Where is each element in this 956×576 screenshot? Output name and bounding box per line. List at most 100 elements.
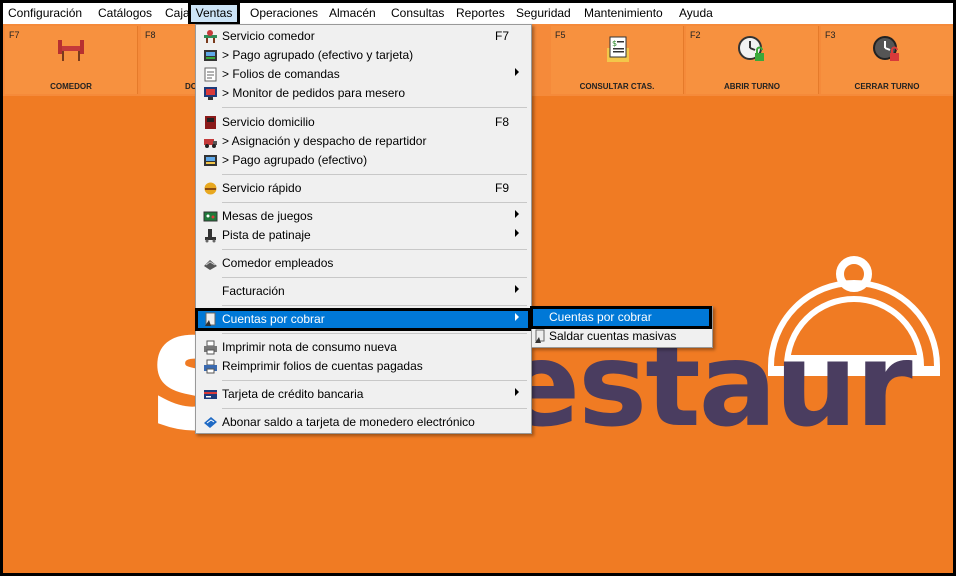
folio-icon xyxy=(203,67,218,82)
menu-item-facturacion[interactable]: Facturación xyxy=(197,282,529,301)
menu-item-monitor-pedidos[interactable]: > Monitor de pedidos para mesero xyxy=(197,84,529,103)
menu-item-label: > Folios de comandas xyxy=(222,67,340,81)
submenu-arrow-icon xyxy=(515,313,519,321)
shortcut-key: F3 xyxy=(825,30,836,40)
toolbar-label: COMEDOR xyxy=(50,82,92,91)
menu-separator xyxy=(222,107,527,108)
menu-item-label: Servicio comedor xyxy=(222,29,315,43)
submenu-arrow-icon xyxy=(515,388,519,396)
reprint-icon xyxy=(203,359,218,374)
ventas-dropdown-menu: Servicio comedor F7 > Pago agrupado (efe… xyxy=(195,24,532,434)
menu-separator xyxy=(222,202,527,203)
menu-almacen[interactable]: Almacén xyxy=(329,3,376,24)
toolbar-label: ABRIR TURNO xyxy=(724,82,780,91)
menu-item-label: Tarjeta de crédito bancaria xyxy=(222,387,364,401)
menu-item-imprimir-nota[interactable]: Imprimir nota de consumo nueva xyxy=(197,338,529,357)
home-delivery-icon xyxy=(203,115,218,130)
submenu-item-saldar-cuentas-masivas[interactable]: Saldar cuentas masivas xyxy=(532,327,710,346)
menu-item-comedor-empleados[interactable]: Comedor empleados xyxy=(197,254,529,273)
shortcut-key: F8 xyxy=(145,30,156,40)
menu-item-label: > Monitor de pedidos para mesero xyxy=(222,86,406,100)
svg-text:$: $ xyxy=(612,39,617,48)
shortcut-key: F5 xyxy=(555,30,566,40)
cash-payment-icon xyxy=(203,153,218,168)
submenu-arrow-icon xyxy=(515,285,519,293)
toolbar-button-comedor[interactable]: F7 COMEDOR xyxy=(5,26,138,94)
submenu-item-label: Saldar cuentas masivas xyxy=(549,329,677,343)
menu-item-label: > Asignación y despacho de repartidor xyxy=(222,134,427,148)
menu-configuracion[interactable]: Configuración xyxy=(8,3,82,24)
monitor-icon xyxy=(203,86,218,101)
submenu-item-cuentas-por-cobrar[interactable]: Cuentas por cobrar xyxy=(530,306,712,329)
menu-separator xyxy=(222,380,527,381)
menu-item-label: > Pago agrupado (efectivo) xyxy=(222,153,368,167)
menu-item-label: Imprimir nota de consumo nueva xyxy=(222,340,397,354)
receivables-icon xyxy=(203,312,218,327)
toolbar-button-consultar-ctas[interactable]: F5 $ CONSULTAR CTAS. xyxy=(551,26,684,94)
menu-separator xyxy=(222,174,527,175)
menu-separator xyxy=(222,277,527,278)
menu-seguridad[interactable]: Seguridad xyxy=(516,3,571,24)
skate-icon xyxy=(203,228,218,243)
credit-card-icon xyxy=(203,387,218,402)
menu-item-servicio-domicilio[interactable]: Servicio domicilio F8 xyxy=(197,113,529,132)
menu-operaciones[interactable]: Operaciones xyxy=(250,3,318,24)
menu-item-folios-comandas[interactable]: > Folios de comandas xyxy=(197,65,529,84)
toolbar-button-abrir-turno[interactable]: F2 ABRIR TURNO xyxy=(686,26,819,94)
submenu-item-label: Cuentas por cobrar xyxy=(549,310,652,324)
cuentas-por-cobrar-submenu: Cuentas por cobrar Saldar cuentas masiva… xyxy=(530,306,713,348)
game-table-icon xyxy=(203,209,218,224)
menu-item-asignacion-despacho[interactable]: > Asignación y despacho de repartidor xyxy=(197,132,529,151)
menu-item-reimprimir-folios[interactable]: Reimprimir folios de cuentas pagadas xyxy=(197,357,529,376)
menu-item-pago-agrupado-efectivo[interactable]: > Pago agrupado (efectivo) xyxy=(197,151,529,170)
clock-open-icon xyxy=(737,34,767,64)
employee-dining-icon xyxy=(203,256,218,271)
menu-separator xyxy=(222,408,527,409)
menu-catalogos[interactable]: Catálogos xyxy=(98,3,152,24)
account-document-icon: $ xyxy=(602,34,632,64)
menu-item-pago-agrupado-efectivo-tarjeta[interactable]: > Pago agrupado (efectivo y tarjeta) xyxy=(197,46,529,65)
menu-consultas[interactable]: Consultas xyxy=(391,3,444,24)
toolbar-label: CONSULTAR CTAS. xyxy=(579,82,655,91)
menu-item-label: Cuentas por cobrar xyxy=(222,312,325,326)
menu-item-abonar-saldo-monedero[interactable]: Abonar saldo a tarjeta de monedero elect… xyxy=(197,413,529,432)
shortcut-label: F9 xyxy=(495,181,510,195)
dispatch-icon xyxy=(203,134,218,149)
menu-item-label: Servicio rápido xyxy=(222,181,302,195)
receivables-icon xyxy=(534,329,547,347)
shortcut-label: F7 xyxy=(495,29,510,43)
clock-close-icon xyxy=(872,34,902,64)
menu-reportes[interactable]: Reportes xyxy=(456,3,505,24)
menu-item-pista-patinaje[interactable]: Pista de patinaje xyxy=(197,226,529,245)
fast-service-icon xyxy=(203,181,218,196)
menu-bar: Configuración Catálogos Caja Ventas Oper… xyxy=(3,3,953,25)
menu-item-cuentas-por-cobrar[interactable]: Cuentas por cobrar xyxy=(195,308,531,331)
menu-item-label: Servicio domicilio xyxy=(222,115,315,129)
menu-caja[interactable]: Caja xyxy=(165,3,190,24)
shortcut-label: F8 xyxy=(495,115,510,129)
menu-item-label: Pista de patinaje xyxy=(222,228,311,242)
payment-icon xyxy=(203,48,218,63)
menu-mantenimiento[interactable]: Mantenimiento xyxy=(584,3,663,24)
toolbar-button-cerrar-turno[interactable]: F3 CERRAR TURNO xyxy=(821,26,953,94)
menu-item-servicio-comedor[interactable]: Servicio comedor F7 xyxy=(197,27,529,46)
menu-item-label: Reimprimir folios de cuentas pagadas xyxy=(222,359,423,373)
app-window: Configuración Catálogos Caja Ventas Oper… xyxy=(0,0,956,576)
shortcut-key: F2 xyxy=(690,30,701,40)
submenu-arrow-icon xyxy=(515,210,519,218)
menu-item-tarjeta-credito[interactable]: Tarjeta de crédito bancaria xyxy=(197,385,529,404)
menu-ventas[interactable]: Ventas xyxy=(188,3,240,25)
shortcut-key: F7 xyxy=(9,30,20,40)
submenu-arrow-icon xyxy=(515,68,519,76)
toolbar-label: CERRAR TURNO xyxy=(854,82,920,91)
menu-ayuda[interactable]: Ayuda xyxy=(679,3,713,24)
submenu-arrow-icon xyxy=(515,229,519,237)
menu-separator xyxy=(222,333,527,334)
menu-item-label: > Pago agrupado (efectivo y tarjeta) xyxy=(222,48,414,62)
menu-item-mesas-juegos[interactable]: Mesas de juegos xyxy=(197,207,529,226)
menu-item-servicio-rapido[interactable]: Servicio rápido F9 xyxy=(197,179,529,198)
menu-separator xyxy=(222,249,527,250)
wallet-card-icon xyxy=(203,415,218,430)
printer-icon xyxy=(203,340,218,355)
menu-item-label: Mesas de juegos xyxy=(222,209,313,223)
